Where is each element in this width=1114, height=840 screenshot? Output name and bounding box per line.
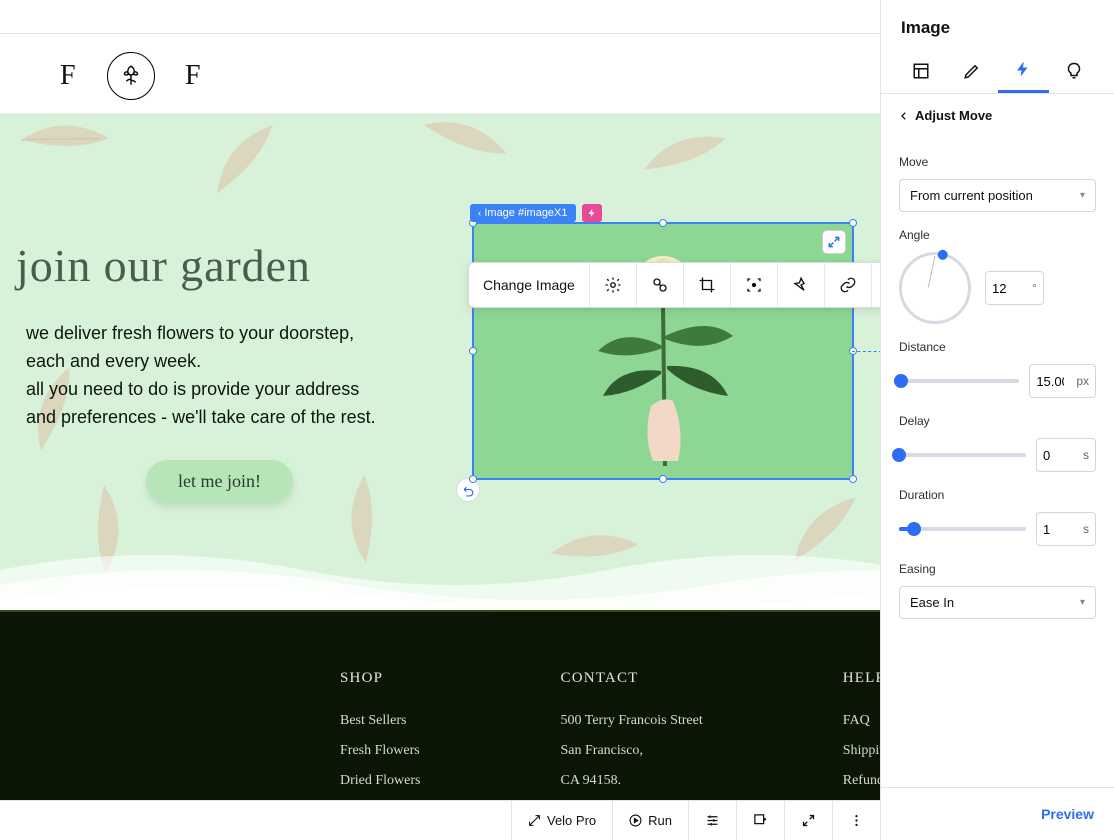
tab-layout-icon[interactable]: [895, 50, 946, 93]
resize-handle[interactable]: [849, 475, 857, 483]
resize-handle[interactable]: [469, 347, 477, 355]
distance-input[interactable]: px: [1029, 364, 1096, 398]
footer-text: CA 94158.: [561, 773, 703, 789]
run-button[interactable]: Run: [612, 801, 688, 840]
footer-heading[interactable]: CONTACT: [561, 670, 703, 687]
hero-title[interactable]: join our garden: [16, 239, 456, 292]
velo-pro-button[interactable]: Velo Pro: [511, 801, 612, 840]
logo: F F: [60, 52, 202, 100]
inspector-back-button[interactable]: Adjust Move: [881, 94, 1114, 137]
crop-icon[interactable]: [684, 263, 731, 307]
logo-letter-left: F: [60, 60, 77, 92]
easing-select[interactable]: Ease In ▾: [899, 586, 1096, 619]
add-element-icon[interactable]: [736, 801, 784, 840]
duration-slider[interactable]: [899, 527, 1026, 531]
angle-input[interactable]: °: [985, 271, 1044, 305]
easing-label: Easing: [899, 562, 1096, 576]
focal-point-icon[interactable]: [731, 263, 778, 307]
tab-help-icon[interactable]: [1049, 50, 1100, 93]
undo-icon[interactable]: [456, 478, 480, 502]
angle-dial[interactable]: [899, 252, 971, 324]
delay-slider[interactable]: [899, 453, 1026, 457]
more-icon[interactable]: [832, 801, 880, 840]
settings-icon[interactable]: [590, 263, 637, 307]
footer-text: San Francisco,: [561, 743, 703, 759]
logo-rose-icon: [107, 52, 155, 100]
inspector-body: Move From current position ▾ Angle ° Dis…: [881, 137, 1114, 787]
chevron-down-icon: ▾: [1080, 190, 1085, 201]
resize-handle[interactable]: [659, 475, 667, 483]
footer-heading[interactable]: SHOP: [340, 670, 421, 687]
alignment-guide: [852, 351, 882, 352]
animation-badge-icon[interactable]: [582, 204, 602, 222]
link-icon[interactable]: [825, 263, 872, 307]
resize-handle[interactable]: [849, 219, 857, 227]
filters-icon[interactable]: [637, 263, 684, 307]
inspector-title: Image: [881, 0, 1114, 50]
footer-link[interactable]: Fresh Flowers: [340, 743, 421, 759]
change-image-button[interactable]: Change Image: [469, 263, 590, 307]
element-tag[interactable]: ‹ Image #imageX1: [470, 204, 602, 222]
angle-label: Angle: [899, 228, 1096, 242]
footer-text: 500 Terry Francois Street: [561, 713, 703, 729]
distance-label: Distance: [899, 340, 1096, 354]
maximize-icon[interactable]: [784, 801, 832, 840]
move-select[interactable]: From current position ▾: [899, 179, 1096, 212]
duration-label: Duration: [899, 488, 1096, 502]
tab-animation-icon[interactable]: [998, 50, 1049, 93]
properties-panel-icon[interactable]: [688, 801, 736, 840]
bottom-bar: Velo Pro Run: [0, 800, 880, 840]
preview-button[interactable]: Preview: [1041, 806, 1094, 822]
inspector-tabs: [881, 50, 1114, 94]
resize-handle[interactable]: [659, 219, 667, 227]
logo-letter-right: F: [185, 60, 202, 92]
footer-link[interactable]: Dried Flowers: [340, 773, 421, 789]
move-label: Move: [899, 155, 1096, 169]
selected-image-element[interactable]: [472, 222, 854, 480]
floating-toolbar: Change Image: [468, 262, 919, 308]
join-button[interactable]: let me join!: [146, 460, 293, 503]
hero-text-block: join our garden we deliver fresh flowers…: [16, 239, 456, 503]
duration-input[interactable]: s: [1036, 512, 1096, 546]
delay-input[interactable]: s: [1036, 438, 1096, 472]
distance-slider[interactable]: [899, 379, 1019, 383]
tab-design-icon[interactable]: [946, 50, 997, 93]
expand-icon[interactable]: [822, 230, 846, 254]
resize-handle[interactable]: [469, 475, 477, 483]
chevron-down-icon: ▾: [1080, 597, 1085, 608]
footer-link[interactable]: Best Sellers: [340, 713, 421, 729]
element-tag-label[interactable]: ‹ Image #imageX1: [470, 204, 576, 222]
animation-icon[interactable]: [778, 263, 825, 307]
inspector-footer: Preview: [881, 787, 1114, 840]
delay-label: Delay: [899, 414, 1096, 428]
hero-description[interactable]: we deliver fresh flowers to your doorste…: [26, 320, 456, 432]
inspector-panel: Image Adjust Move Move From current posi…: [880, 0, 1114, 840]
